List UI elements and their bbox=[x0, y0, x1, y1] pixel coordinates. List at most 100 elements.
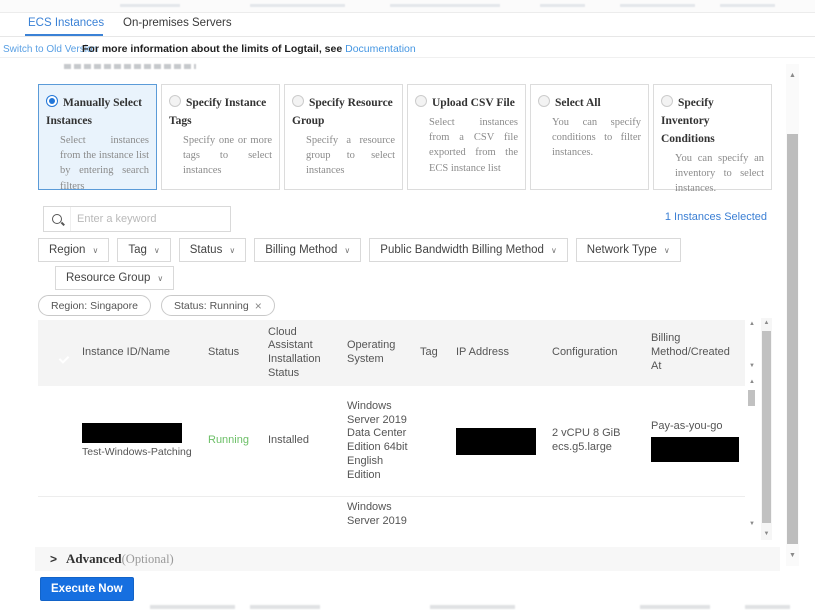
ip-address-redacted bbox=[456, 427, 536, 455]
radio-unselected-icon[interactable] bbox=[292, 95, 304, 107]
filter-button-network-type[interactable]: Network Type ∨ bbox=[575, 238, 681, 262]
filter-buttons-row1: Region ∨ Tag ∨ Status ∨ Billing Method ∨ Pub… bbox=[38, 238, 681, 262]
close-icon[interactable]: × bbox=[255, 300, 262, 312]
chevron-down-icon: ∨ bbox=[92, 245, 99, 255]
card-description: Select instances from a CSV file exporte… bbox=[429, 117, 518, 174]
advanced-label: Advanced bbox=[66, 551, 122, 566]
status-cell: Running bbox=[202, 430, 262, 452]
filter-buttons-row2: Resource Group ∨ bbox=[55, 266, 175, 290]
radio-unselected-icon[interactable] bbox=[661, 95, 673, 107]
tab-on-premises-servers[interactable]: On-premises Servers bbox=[123, 17, 232, 29]
column-header-ip-address: IP Address bbox=[456, 346, 509, 359]
filter-label: Billing Method bbox=[265, 244, 338, 256]
card-specify-resource-group[interactable]: Specify Resource Group Specify a resourc… bbox=[284, 84, 403, 190]
ecs-instance-selection-screen: ECS Instances On-premises Servers Switch… bbox=[0, 0, 815, 610]
tag-cell bbox=[414, 497, 450, 505]
instances-selected-count[interactable]: 1 Instances Selected bbox=[617, 211, 767, 223]
scroll-up-icon[interactable]: ▲ bbox=[747, 378, 757, 386]
configuration-line2: ecs.g5.large bbox=[552, 441, 612, 453]
chevron-down-icon: ∨ bbox=[157, 273, 164, 283]
table-row-partial: Windows Server 2019 bbox=[38, 497, 745, 540]
chevron-down-icon: ∨ bbox=[550, 245, 557, 255]
advanced-optional-label: (Optional) bbox=[121, 551, 174, 566]
card-specify-instance-tags[interactable]: Specify Instance Tags Specify one or mor… bbox=[161, 84, 280, 190]
card-manually-select-instances[interactable]: Manually Select Instances Select instanc… bbox=[38, 84, 157, 192]
instance-id-redacted bbox=[82, 422, 182, 443]
scroll-up-icon[interactable]: ▲ bbox=[761, 319, 772, 327]
filter-button-tag[interactable]: Tag ∨ bbox=[117, 238, 171, 262]
radio-unselected-icon[interactable] bbox=[169, 95, 181, 107]
card-description: Specify one or more tags to select insta… bbox=[183, 135, 272, 177]
filter-label: Region bbox=[49, 244, 86, 256]
blur-artifact bbox=[540, 4, 585, 7]
scrollbar-thumb[interactable] bbox=[762, 331, 771, 523]
row-checkbox-cell bbox=[38, 437, 76, 445]
card-description: Select instances from the instance list … bbox=[60, 135, 149, 192]
table-row: Test-Windows-Patching Running Installed … bbox=[38, 386, 745, 497]
card-description: Specify a resource group to select insta… bbox=[306, 135, 395, 177]
filter-label: Status bbox=[189, 244, 223, 256]
scroll-down-icon[interactable]: ▼ bbox=[747, 520, 757, 528]
card-specify-inventory-conditions[interactable]: Specify Inventory Conditions You can spe… bbox=[653, 84, 772, 194]
card-select-all[interactable]: Select All You can specify conditions to… bbox=[530, 84, 649, 190]
logtail-info-label: For more information about the limits of… bbox=[82, 43, 346, 55]
operating-system-cell: Windows Server 2019 Data Center Edition … bbox=[347, 399, 408, 481]
radio-unselected-icon[interactable] bbox=[415, 95, 427, 107]
scrollbar-thumb[interactable] bbox=[748, 390, 755, 406]
scroll-down-icon[interactable]: ▼ bbox=[747, 362, 757, 370]
chevron-down-icon: ∨ bbox=[153, 245, 160, 255]
chevron-down-icon: ∨ bbox=[229, 245, 236, 255]
row-checkbox-cell bbox=[38, 497, 76, 505]
advanced-optional-toggle[interactable]: > Advanced (Optional) bbox=[35, 547, 780, 571]
scroll-down-icon[interactable]: ▼ bbox=[786, 552, 799, 560]
ip-address-cell bbox=[450, 497, 546, 505]
column-header-instance-id-name: Instance ID/Name bbox=[82, 346, 171, 359]
page-scrollbar: ▲ ▼ bbox=[786, 64, 799, 566]
blur-artifact bbox=[430, 605, 515, 609]
search-input[interactable] bbox=[71, 213, 230, 225]
card-title: Select All bbox=[555, 97, 601, 109]
chip-label: Status: Running bbox=[173, 299, 249, 312]
documentation-link[interactable]: Documentation bbox=[345, 43, 416, 55]
configuration-cell: 2 vCPU 8 GiB ecs.g5.large bbox=[546, 423, 645, 459]
operating-system-cell: Windows Server 2019 bbox=[347, 501, 407, 527]
execute-now-button[interactable]: Execute Now bbox=[40, 577, 134, 601]
selection-mode-cards: Manually Select Instances Select instanc… bbox=[38, 84, 772, 194]
configuration-cell bbox=[546, 497, 645, 505]
blur-artifact bbox=[720, 4, 775, 7]
blur-artifact bbox=[150, 605, 235, 609]
filter-button-public-bandwidth-billing-method[interactable]: Public Bandwidth Billing Method ∨ bbox=[369, 238, 568, 262]
radio-unselected-icon[interactable] bbox=[538, 95, 550, 107]
card-title: Upload CSV File bbox=[432, 97, 515, 109]
keyword-search-box bbox=[43, 206, 231, 232]
blur-artifact-top bbox=[0, 0, 815, 13]
card-upload-csv-file[interactable]: Upload CSV File Select instances from a … bbox=[407, 84, 526, 190]
filter-button-status[interactable]: Status ∨ bbox=[178, 238, 247, 262]
blur-artifact bbox=[640, 605, 710, 609]
search-icon bbox=[44, 207, 71, 231]
cloud-assistant-cell: Installed bbox=[268, 434, 309, 447]
scroll-down-icon[interactable]: ▼ bbox=[761, 530, 772, 538]
filter-button-resource-group[interactable]: Resource Group ∨ bbox=[55, 266, 175, 290]
card-title: Manually Select Instances bbox=[46, 97, 142, 127]
billing-method: Pay-as-you-go bbox=[651, 420, 723, 433]
scroll-up-icon[interactable]: ▲ bbox=[747, 320, 757, 328]
select-all-cell bbox=[38, 349, 76, 357]
filter-button-billing-method[interactable]: Billing Method ∨ bbox=[254, 238, 362, 262]
divider bbox=[0, 57, 815, 58]
billing-cell: Pay-as-you-go bbox=[645, 416, 745, 466]
tab-ecs-instances[interactable]: ECS Instances bbox=[28, 17, 104, 29]
scrollbar-thumb[interactable] bbox=[787, 134, 798, 544]
configuration-line1: 2 vCPU 8 GiB bbox=[552, 427, 621, 440]
ip-address-cell bbox=[450, 424, 546, 459]
status-running-text: Running bbox=[208, 434, 249, 447]
card-description: You can specify conditions to filter ins… bbox=[552, 117, 641, 159]
filter-button-region[interactable]: Region ∨ bbox=[38, 238, 110, 262]
logtail-info-text: For more information about the limits of… bbox=[82, 43, 416, 55]
status-cell bbox=[202, 497, 262, 505]
radio-selected-icon[interactable] bbox=[46, 95, 58, 107]
instance-id-name-cell: Test-Windows-Patching bbox=[76, 419, 202, 463]
scroll-up-icon[interactable]: ▲ bbox=[786, 72, 799, 80]
blur-artifact bbox=[250, 4, 345, 7]
cloud-assistant-cell bbox=[262, 497, 342, 505]
